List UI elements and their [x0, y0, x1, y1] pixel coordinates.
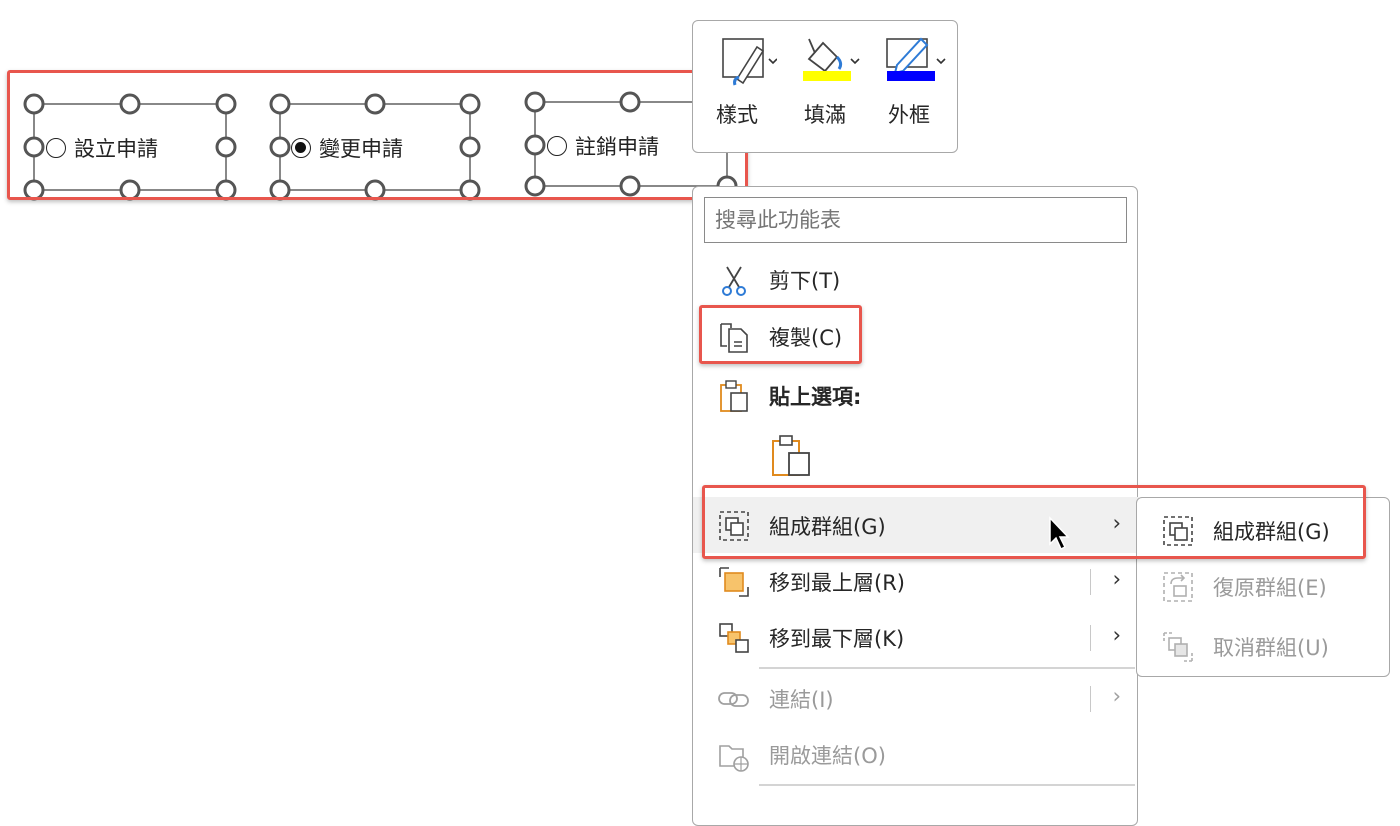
- submenu-arrow-icon: ›: [1112, 684, 1121, 708]
- menu-item-label: 連結(I): [769, 688, 834, 712]
- menu-item-link: 連結(I) ›: [693, 670, 1139, 726]
- menu-item-group[interactable]: 組成群組(G) ›: [693, 497, 1139, 553]
- radio-unchecked-icon: [547, 136, 567, 156]
- copy-icon: [720, 323, 748, 353]
- menu-search-input[interactable]: [704, 197, 1127, 243]
- ungroup-icon: [1163, 632, 1193, 662]
- submenu-arrow-icon: ›: [1112, 511, 1121, 535]
- resize-handle: [269, 179, 291, 201]
- menu-item-label: 移到最下層(K): [769, 627, 905, 651]
- menu-item-label: 組成群組(G): [769, 515, 886, 539]
- option-label: 變更申請: [319, 137, 403, 161]
- paste-options-heading: 貼上選項:: [769, 385, 862, 409]
- resize-handle: [364, 93, 386, 115]
- resize-handle: [215, 179, 237, 201]
- resize-handle: [619, 175, 641, 197]
- clipboard-icon: [720, 380, 748, 412]
- bring-to-front-icon: [719, 567, 749, 597]
- menu-item-label: 複製(C): [769, 326, 843, 350]
- fill-button[interactable]: 填滿: [785, 21, 865, 151]
- option-label: 設立申請: [74, 137, 158, 161]
- submenu-item-ungroup: 取消群組(U): [1137, 618, 1391, 674]
- group-icon: [1163, 516, 1193, 546]
- menu-item-cut[interactable]: 剪下(T): [693, 251, 1139, 307]
- submenu-arrow-icon: ›: [1112, 567, 1121, 591]
- open-link-icon: [719, 745, 749, 772]
- resize-handle: [269, 93, 291, 115]
- outline-label: 外框: [888, 103, 930, 127]
- group-submenu: 組成群組(G) 復原群組(E) 取消群組(U): [1136, 497, 1390, 677]
- resize-handle: [23, 136, 45, 158]
- resize-handle: [619, 91, 641, 113]
- menu-separator: [759, 784, 1135, 786]
- resize-handle: [459, 179, 481, 201]
- outline-button[interactable]: 外框: [869, 21, 949, 151]
- resize-handle: [364, 179, 386, 201]
- submenu-item-label: 組成群組(G): [1213, 520, 1330, 544]
- radio-unchecked-icon: [46, 138, 66, 158]
- submenu-item-label: 取消群組(U): [1213, 636, 1329, 660]
- pen-outline-icon: [886, 37, 946, 81]
- resize-handle: [459, 93, 481, 115]
- group-icon: [719, 511, 749, 541]
- submenu-item-regroup: 復原群組(E): [1137, 558, 1391, 614]
- option-label: 註銷申請: [575, 135, 659, 159]
- resize-handle: [23, 179, 45, 201]
- option-button-1[interactable]: 設立申請: [46, 133, 158, 163]
- menu-separator: [759, 667, 1135, 669]
- submenu-divider: [1090, 569, 1091, 595]
- style-button[interactable]: 樣式: [697, 21, 777, 151]
- menu-item-bring-to-front[interactable]: 移到最上層(R) ›: [693, 553, 1139, 609]
- resize-handle: [215, 93, 237, 115]
- paint-bucket-icon: [803, 38, 860, 81]
- resize-handle: [524, 91, 546, 113]
- scissors-icon: [722, 266, 746, 296]
- resize-handle: [119, 93, 141, 115]
- resize-handle: [524, 175, 546, 197]
- submenu-divider: [1090, 686, 1091, 712]
- paste-keep-source-button[interactable]: [759, 425, 829, 483]
- option-button-3[interactable]: 註銷申請: [547, 131, 659, 161]
- resize-handle: [524, 134, 546, 156]
- link-icon: [718, 692, 749, 707]
- submenu-item-group[interactable]: 組成群組(G): [1137, 502, 1391, 558]
- resize-handle: [459, 136, 481, 158]
- resize-handle: [23, 93, 45, 115]
- radio-checked-icon: [291, 138, 311, 158]
- submenu-item-label: 復原群組(E): [1213, 576, 1327, 600]
- resize-handle: [119, 179, 141, 201]
- submenu-arrow-icon: ›: [1112, 623, 1121, 647]
- context-menu: 剪下(T) 複製(C) 貼上選項: 組成群組(G) ›: [692, 186, 1139, 826]
- menu-item-copy[interactable]: 複製(C): [693, 308, 1139, 364]
- menu-item-send-to-back[interactable]: 移到最下層(K) ›: [693, 609, 1139, 665]
- menu-item-label: 剪下(T): [769, 269, 841, 293]
- mini-toolbar: 樣式 填滿 外框: [692, 20, 958, 153]
- menu-item-open-link: 開啟連結(O): [693, 726, 1139, 782]
- clipboard-paste-icon: [772, 435, 810, 476]
- send-to-back-icon: [719, 623, 749, 653]
- submenu-divider: [1090, 625, 1091, 651]
- option-button-2[interactable]: 變更申請: [291, 133, 403, 163]
- shape-style-icon: [722, 38, 777, 86]
- menu-item-label: 移到最上層(R): [769, 571, 905, 595]
- menu-item-paste-options: 貼上選項:: [693, 367, 1139, 423]
- menu-item-label: 開啟連結(O): [769, 744, 886, 768]
- style-label: 樣式: [716, 103, 758, 127]
- resize-handle: [215, 136, 237, 158]
- fill-label: 填滿: [804, 103, 846, 127]
- mouse-cursor-icon: [1049, 516, 1070, 551]
- regroup-icon: [1163, 572, 1193, 602]
- resize-handle: [269, 136, 291, 158]
